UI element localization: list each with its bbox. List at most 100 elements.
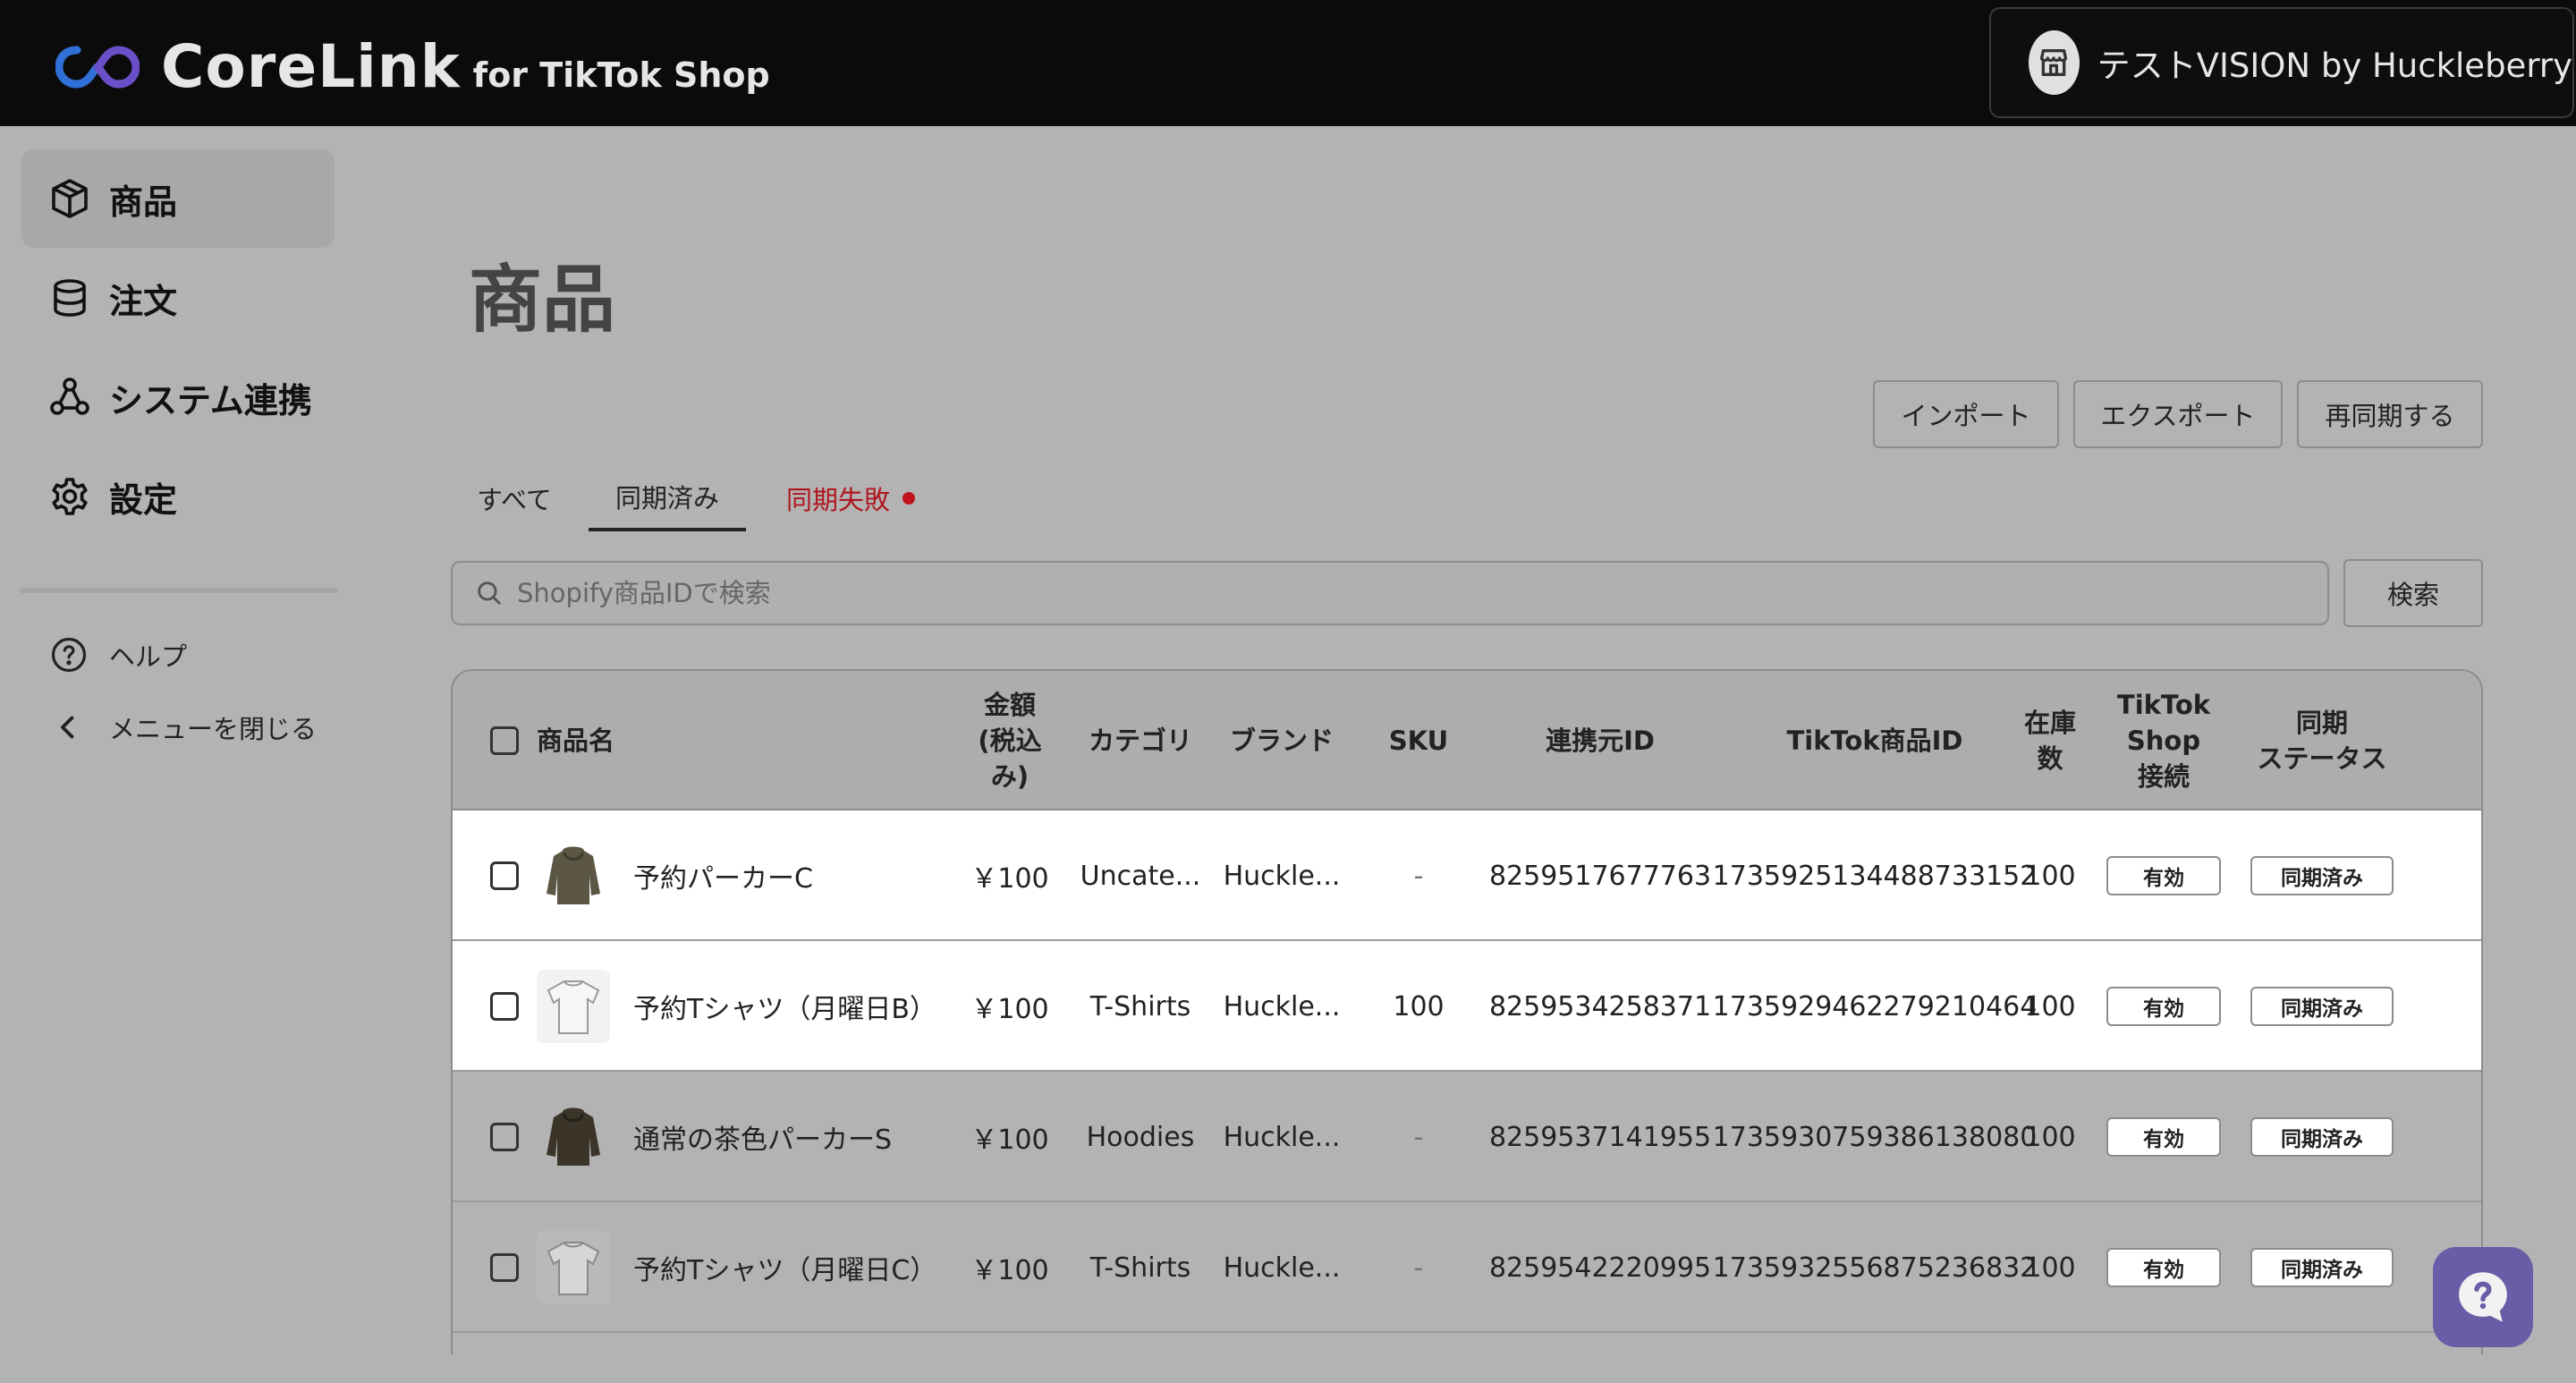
- connection-badge: 有効: [2106, 987, 2221, 1026]
- stock-cell: 100: [2024, 990, 2076, 1022]
- row-checkbox[interactable]: [490, 992, 519, 1021]
- shop-switcher[interactable]: テストVISION by Huckleberry: [1989, 7, 2574, 118]
- tab-all[interactable]: すべて: [456, 465, 572, 531]
- col-header-price[interactable]: 金額 (税込 み): [970, 671, 1050, 810]
- col-header-stock[interactable]: 在庫 数: [2014, 671, 2086, 810]
- sync-status-badge: 同期済み: [2250, 987, 2394, 1026]
- table-row[interactable]: 通常の茶色パーカーS ￥100 Hoodies Huckle... - 8259…: [453, 1072, 2481, 1202]
- product-thumbnail: [537, 839, 610, 912]
- brand-cell: Huckle...: [1223, 1251, 1341, 1284]
- col-header-category[interactable]: カテゴリ: [1082, 671, 1199, 810]
- col-header-tiktok-id[interactable]: TikTok商品ID: [1723, 671, 2027, 810]
- error-dot-badge: [902, 492, 915, 505]
- source-id-cell: 8259517677763: [1488, 860, 1712, 892]
- col-header-connection[interactable]: TikTok Shop 接続: [2106, 671, 2222, 810]
- product-name[interactable]: 予約Tシャツ（月曜日C）: [633, 1202, 936, 1333]
- sku-cell: -: [1413, 1121, 1424, 1153]
- sku-cell: 100: [1393, 990, 1445, 1022]
- sidebar-item-label: 設定: [109, 479, 178, 520]
- sync-status-badge: 同期済み: [2250, 856, 2394, 895]
- search-icon: [478, 581, 501, 605]
- tab-sync-failed[interactable]: 同期失敗: [771, 465, 930, 531]
- category-cell: T-Shirts: [1089, 1251, 1191, 1284]
- connection-badge: 有効: [2106, 1117, 2221, 1157]
- source-id-cell: 8259537141955: [1488, 1121, 1712, 1153]
- row-checkbox[interactable]: [490, 1253, 519, 1282]
- export-button[interactable]: エクスポート: [2073, 380, 2283, 448]
- search-button[interactable]: 検索: [2343, 559, 2483, 627]
- col-header-sync-status[interactable]: 同期 ステータス: [2241, 671, 2402, 810]
- product-name[interactable]: 予約Tシャツ（月曜日B）: [633, 941, 936, 1072]
- price-cell: ￥100: [970, 863, 1049, 895]
- category-cell: T-Shirts: [1089, 990, 1191, 1022]
- sidebar-item-integrations[interactable]: システム連携: [21, 348, 335, 446]
- sidebar: 商品 注文 システム連携 設定 ヘルプ メニューを閉じる: [0, 126, 349, 1383]
- help-chat-button[interactable]: [2433, 1247, 2533, 1347]
- share-nodes-icon: [50, 378, 89, 415]
- search-bar: [451, 561, 2329, 625]
- table-row[interactable]: 予約パーカーC ￥100 Uncate... Huckle... - 82595…: [453, 810, 2481, 941]
- top-bar: CoreLink for TikTok Shop テストVISION by Hu…: [0, 0, 2576, 126]
- brand-cell: Huckle...: [1223, 1121, 1341, 1153]
- app-name: CoreLink: [161, 32, 461, 101]
- tiktok-id-cell: 1735925134488733152: [1712, 860, 2038, 892]
- hoodie-icon: [547, 846, 600, 904]
- sidebar-item-label: 商品: [109, 182, 178, 222]
- sidebar-item-label: 注文: [109, 281, 178, 321]
- product-name[interactable]: 予約パーカーC: [633, 810, 813, 941]
- gear-icon: [52, 478, 88, 515]
- shop-name: テストVISION by Huckleberry: [2097, 47, 2572, 85]
- table-header: 商品名 金額 (税込 み) カテゴリ ブランド SKU 連携元ID TikTok…: [453, 671, 2481, 810]
- close-menu-button[interactable]: メニューを閉じる: [50, 708, 317, 746]
- product-name[interactable]: 通常の茶色パーカーS: [633, 1072, 892, 1202]
- page-title: 商品: [469, 258, 616, 343]
- product-thumbnail: [537, 1231, 610, 1304]
- app-logo[interactable]: CoreLink for TikTok Shop: [55, 32, 770, 101]
- sidebar-item-settings[interactable]: 設定: [21, 447, 335, 546]
- sync-status-badge: 同期済み: [2250, 1248, 2394, 1287]
- sidebar-item-orders[interactable]: 注文: [21, 249, 335, 347]
- table-row[interactable]: 予約Tシャツ（月曜日B） ￥100 T-Shirts Huckle... 100…: [453, 941, 2481, 1072]
- tab-synced[interactable]: 同期済み: [589, 465, 746, 531]
- hoodie-icon: [547, 1107, 600, 1166]
- resync-button[interactable]: 再同期する: [2297, 380, 2483, 448]
- table-row[interactable]: 予約Tシャツ（月曜日C） ￥100 T-Shirts Huckle... - 8…: [453, 1202, 2481, 1333]
- price-cell: ￥100: [970, 1255, 1049, 1286]
- category-cell: Uncate...: [1080, 860, 1201, 892]
- sku-cell: -: [1413, 860, 1424, 892]
- select-all-cell: [490, 671, 519, 810]
- chat-question-icon: [2459, 1272, 2507, 1322]
- products-table: 商品名 金額 (税込 み) カテゴリ ブランド SKU 連携元ID TikTok…: [451, 669, 2483, 1354]
- sidebar-divider: [20, 588, 338, 593]
- tiktok-id-cell: 1735929462279210464: [1712, 990, 2038, 1022]
- help-link[interactable]: ヘルプ: [50, 636, 187, 674]
- col-header-source-id[interactable]: 連携元ID: [1494, 671, 1707, 810]
- brand-cell: Huckle...: [1223, 990, 1341, 1022]
- row-checkbox[interactable]: [490, 861, 519, 890]
- import-button[interactable]: インポート: [1873, 380, 2059, 448]
- price-cell: ￥100: [970, 1124, 1049, 1156]
- help-circle-icon: [51, 637, 87, 673]
- stock-cell: 100: [2024, 860, 2076, 892]
- database-icon: [54, 279, 86, 317]
- tab-label: 同期済み: [614, 483, 719, 513]
- product-thumbnail: [537, 970, 610, 1043]
- source-id-cell: 8259534258371: [1488, 990, 1712, 1022]
- brand-cell: Huckle...: [1223, 860, 1341, 892]
- sidebar-item-products[interactable]: 商品: [21, 149, 335, 248]
- col-header-sku[interactable]: SKU: [1365, 671, 1472, 810]
- infinity-logo-icon: [55, 45, 140, 89]
- col-header-name[interactable]: 商品名: [537, 671, 680, 810]
- close-menu-label: メニューを閉じる: [109, 714, 318, 744]
- source-id-cell: 8259542220995: [1488, 1251, 1712, 1284]
- search-input[interactable]: [517, 578, 2216, 608]
- select-all-checkbox[interactable]: [490, 726, 519, 755]
- sync-status-badge: 同期済み: [2250, 1117, 2394, 1157]
- sku-cell: -: [1413, 1251, 1424, 1284]
- row-checkbox[interactable]: [490, 1123, 519, 1151]
- tab-label: 同期失敗: [785, 485, 890, 515]
- category-cell: Hoodies: [1086, 1121, 1195, 1153]
- help-label: ヘルプ: [109, 641, 188, 672]
- tab-label: すべて: [477, 485, 552, 515]
- col-header-brand[interactable]: ブランド: [1224, 671, 1340, 810]
